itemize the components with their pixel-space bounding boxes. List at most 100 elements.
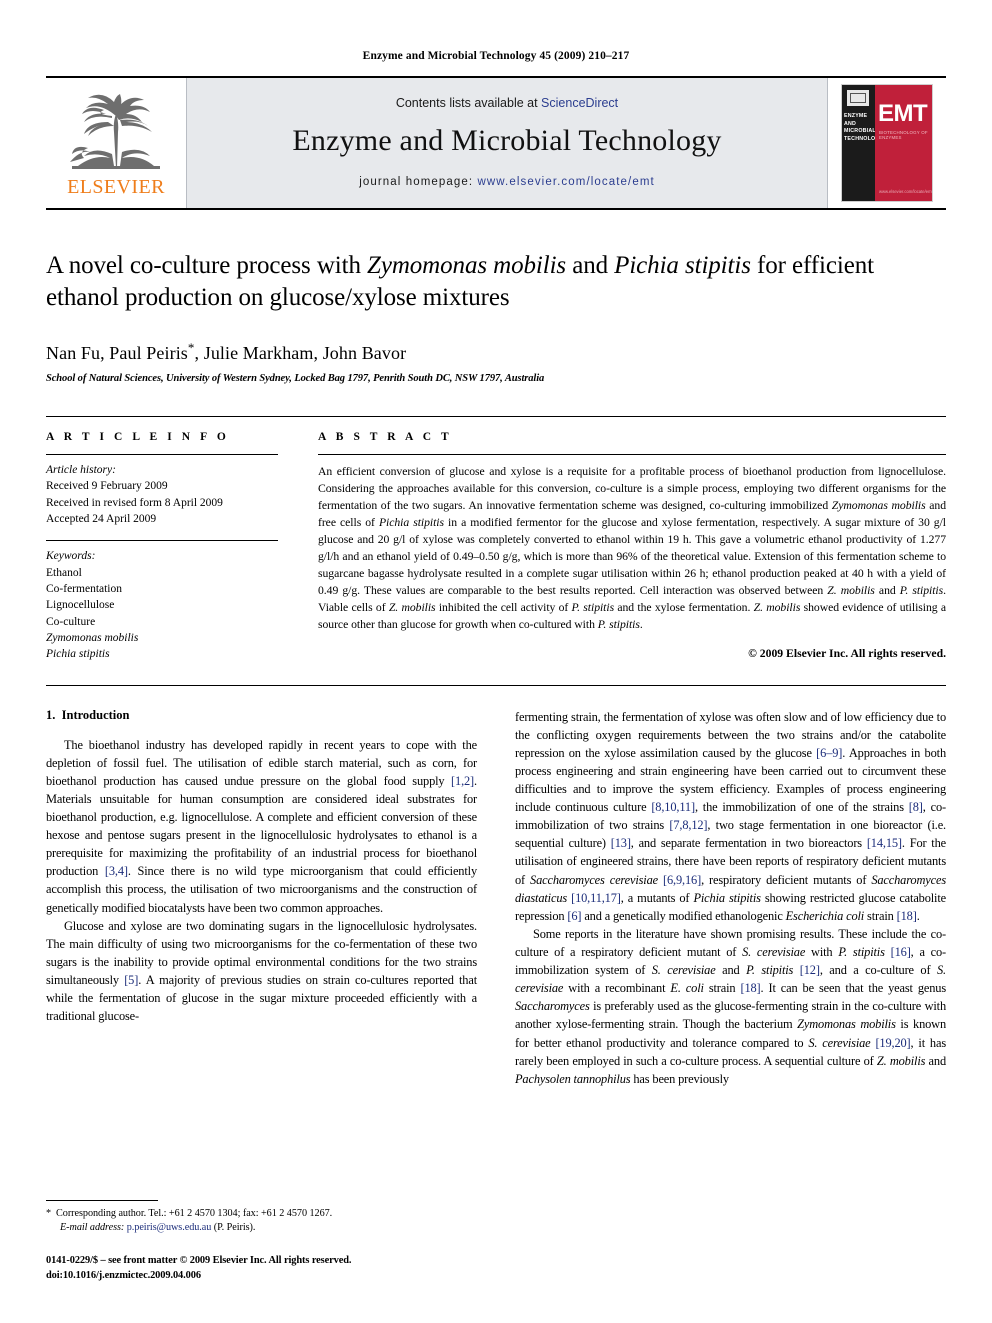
article-history-block: Article history: Received 9 February 200…	[46, 455, 278, 527]
para-species: E. coli	[670, 981, 704, 996]
journal-masthead: ELSEVIER Contents lists available at Sci…	[46, 76, 946, 210]
para-seg: and	[925, 1053, 947, 1068]
history-revised: Received in revised form 8 April 2009	[46, 496, 223, 509]
para-seg: strain	[864, 908, 897, 923]
email-link[interactable]: p.peiris@uws.edu.au	[127, 1222, 212, 1233]
article-history-label: Article history:	[46, 464, 116, 476]
abstract-seg: .	[639, 617, 643, 631]
abstract-species: Pichia stipitis	[378, 515, 444, 529]
abstract-text: An efficient conversion of glucose and x…	[318, 455, 946, 634]
para-seg: , a mutants of	[620, 890, 694, 905]
para-seg: , respiratory deficient mutants of	[701, 872, 872, 887]
corresponding-author-marker: *	[187, 340, 195, 355]
citation-ref[interactable]: [14,15]	[867, 836, 902, 850]
masthead-center: Contents lists available at ScienceDirec…	[186, 78, 828, 208]
para-seg: . It can be seen that the yeast genus	[760, 981, 947, 996]
affiliation: School of Natural Sciences, University o…	[46, 373, 545, 384]
emt-cover-image: ENZYME AND MICROBIAL TECHNOLOGY EMT BIOT…	[841, 84, 933, 202]
citation-ref[interactable]: [10,11,17]	[571, 891, 621, 905]
article-info-heading: A R T I C L E I N F O	[46, 431, 230, 443]
author-list: Nan Fu, Paul Peiris*, Julie Markham, Joh…	[46, 340, 946, 364]
para-seg: , and separate fermentation in two biore…	[630, 836, 867, 851]
cover-abbrev: EMT	[878, 100, 928, 127]
para-seg: with a recombinant	[563, 981, 671, 996]
citation-ref[interactable]: [19,20]	[875, 1036, 910, 1050]
abstract-seg: and	[874, 583, 900, 597]
para-species: S. cerevisiae	[651, 963, 716, 978]
para-species: Saccharomyces	[515, 999, 590, 1014]
citation-ref[interactable]: [6–9]	[816, 746, 842, 760]
footnote-star: *	[46, 1207, 52, 1219]
title-species-zymomonas: Zymomonas mobilis	[367, 252, 567, 279]
citation-ref[interactable]: [8]	[909, 800, 923, 814]
journal-cover-thumbnail: ENZYME AND MICROBIAL TECHNOLOGY EMT BIOT…	[828, 78, 946, 208]
keyword-item: Zymomonas mobilis	[46, 631, 139, 644]
paragraph: The bioethanol industry has developed ra…	[46, 736, 477, 917]
citation-ref[interactable]: [7,8,12]	[669, 818, 707, 832]
citation-ref[interactable]: [16]	[891, 945, 911, 959]
citation-ref[interactable]: [6,9,16]	[663, 873, 701, 887]
abstract-seg: and the xylose fermentation.	[614, 600, 754, 614]
citation-ref[interactable]: [12]	[800, 963, 820, 977]
section-heading-introduction: 1. Introduction	[46, 708, 477, 723]
footnote-rule	[46, 1199, 158, 1201]
keyword-item: Pichia stipitis	[46, 648, 110, 661]
keywords-block: Keywords: Ethanol Co-fermentation Lignoc…	[46, 540, 278, 662]
citation-ref[interactable]: [8,10,11]	[651, 800, 695, 814]
abstract-species: P. stipitis	[571, 600, 615, 614]
citation-ref[interactable]: [18]	[897, 909, 917, 923]
cover-subtitle: BIOTECHNOLOGY OF ENZYMES	[879, 130, 928, 140]
para-species: S. cerevisiae	[742, 945, 806, 960]
paragraph: Glucose and xylose are two dominating su…	[46, 917, 477, 1026]
para-seg: , and a co-culture of	[819, 963, 937, 978]
para-seg: , the immobilization of one of the strai…	[694, 800, 909, 815]
running-head: Enzyme and Microbial Technology 45 (2009…	[362, 50, 630, 62]
abstract-species: Z. mobilis	[827, 583, 875, 597]
corresponding-author-text: Corresponding author. Tel.: +61 2 4570 1…	[56, 1207, 333, 1219]
abstract-species: Z. mobilis	[753, 600, 801, 614]
page-title: A novel co-culture process with Zymomona…	[46, 250, 946, 314]
keyword-item: Co-fermentation	[46, 582, 123, 595]
cover-front-panel: EMT BIOTECHNOLOGY OF ENZYMES www.elsevie…	[875, 85, 932, 201]
para-species: P. stipitis	[838, 945, 885, 960]
citation-ref[interactable]: [5]	[124, 973, 138, 987]
citation-ref[interactable]: [18]	[740, 981, 760, 995]
history-received: Received 9 February 2009	[46, 480, 168, 493]
keyword-item: Co-culture	[46, 615, 96, 628]
para-seg: and a genetically modified ethanologenic	[581, 908, 786, 923]
title-part-1: A novel co-culture process with	[46, 252, 368, 279]
body-columns: 1. Introduction The bioethanol industry …	[46, 684, 947, 1088]
sciencedirect-link[interactable]: ScienceDirect	[541, 96, 618, 110]
para-species: Zymomonas mobilis	[797, 1017, 896, 1032]
article-info-column: A R T I C L E I N F O Article history: R…	[46, 431, 278, 663]
para-seg: The bioethanol industry has developed ra…	[46, 737, 477, 788]
journal-homepage-link[interactable]: www.elsevier.com/locate/emt	[477, 176, 654, 188]
citation-ref[interactable]: [3,4]	[105, 864, 128, 878]
para-species: Pichia stipitis	[693, 890, 761, 905]
imprint-block: 0141-0229/$ – see front matter © 2009 El…	[46, 1253, 466, 1283]
citation-ref[interactable]: [1,2]	[451, 774, 474, 788]
para-seg: has been previously	[630, 1071, 729, 1086]
doi-line[interactable]: doi:10.1016/j.enzmictec.2009.04.006	[46, 1268, 466, 1283]
title-block: A novel co-culture process with Zymomona…	[46, 210, 946, 384]
abstract-species: Z. mobilis	[388, 600, 436, 614]
journal-homepage-line: journal homepage: www.elsevier.com/locat…	[359, 176, 655, 188]
footnote-area: * Corresponding author. Tel.: +61 2 4570 …	[46, 1199, 466, 1283]
email-note: E-mail address: p.peiris@uws.edu.au (P. …	[46, 1221, 466, 1235]
body-column-left: 1. Introduction The bioethanol industry …	[46, 708, 477, 1088]
info-abstract-region: A R T I C L E I N F O Article history: R…	[46, 416, 946, 663]
citation-ref[interactable]: [13]	[611, 836, 631, 850]
email-owner: (P. Peiris).	[213, 1222, 256, 1234]
citation-ref[interactable]: [6]	[567, 909, 581, 923]
para-species: P. stipitis	[746, 963, 794, 978]
para-seg: strain	[703, 981, 741, 996]
para-species: Escherichia coli	[785, 908, 865, 923]
homepage-prefix: journal homepage:	[359, 176, 478, 188]
title-species-pichia: Pichia stipitis	[614, 252, 751, 279]
para-seg: and	[715, 963, 747, 978]
section-title: Introduction	[61, 707, 130, 722]
cover-spine-title: ENZYME AND MICROBIAL TECHNOLOGY	[844, 113, 884, 143]
paragraph: fermenting strain, the fermentation of x…	[515, 708, 946, 925]
history-accepted: Accepted 24 April 2009	[46, 512, 157, 525]
contents-prefix: Contents lists available at	[395, 96, 542, 110]
